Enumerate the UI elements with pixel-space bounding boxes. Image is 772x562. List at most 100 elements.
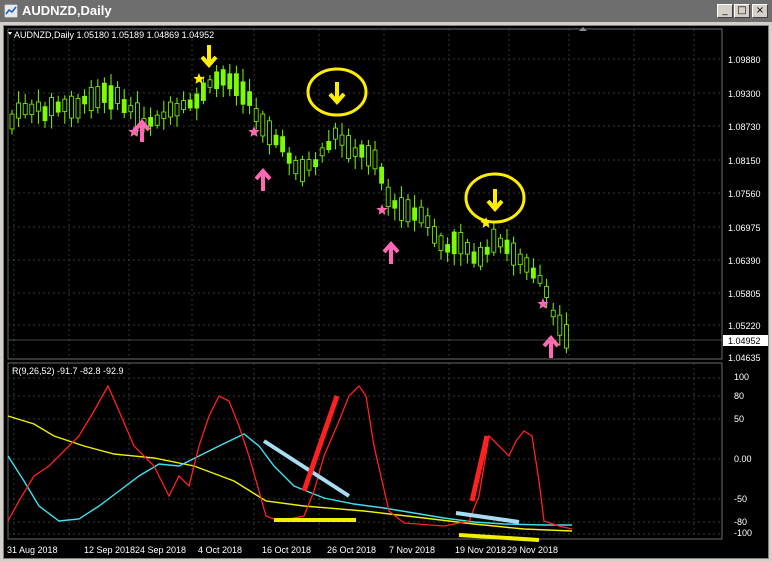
candle-body	[240, 81, 246, 105]
candle-body	[412, 207, 418, 221]
up-arrow-icon	[382, 240, 400, 264]
indicator-level: 80	[734, 391, 744, 401]
candle-body	[227, 73, 233, 90]
candle-body	[128, 105, 134, 113]
date-label: 7 Nov 2018	[389, 545, 435, 555]
candle-body	[517, 253, 523, 266]
candle-body	[537, 274, 543, 284]
candle-body	[121, 99, 127, 113]
candle-body	[550, 309, 556, 318]
price-label: 1.08150	[728, 156, 761, 166]
candle-body	[339, 134, 345, 146]
candle-body	[418, 206, 424, 224]
price-label: 1.06975	[728, 223, 761, 233]
candle-body	[332, 127, 338, 140]
window-title: AUDNZD,Daily	[22, 3, 112, 18]
candle-body	[445, 244, 451, 253]
candle-body	[497, 237, 503, 248]
candle-body	[200, 82, 206, 101]
candle-body	[405, 199, 411, 223]
candle-body	[29, 103, 35, 115]
price-label: 1.06390	[728, 256, 761, 266]
title-bar[interactable]: AUDNZD,Daily _ □ ×	[0, 0, 772, 22]
chart-canvas[interactable]: AUDNZD,Daily 1.05180 1.05189 1.04869 1.0…	[4, 26, 769, 559]
candle-body	[458, 232, 464, 255]
candle-body	[544, 285, 549, 298]
candle-body	[359, 144, 365, 158]
candle-body	[372, 149, 378, 170]
date-label: 24 Sep 2018	[135, 545, 186, 555]
maximize-button[interactable]: □	[734, 4, 750, 18]
price-label: 1.08730	[728, 122, 761, 132]
candle-body	[511, 242, 517, 266]
candle-body	[491, 228, 497, 253]
candle-body	[306, 159, 312, 171]
date-label: 31 Aug 2018	[7, 545, 58, 555]
main-chart-frame	[7, 28, 723, 360]
candle-body	[564, 324, 569, 349]
candle-body	[531, 267, 536, 279]
candle-body	[42, 106, 48, 122]
chart-window[interactable]: AUDNZD,Daily 1.05180 1.05189 1.04869 1.0…	[3, 25, 769, 559]
candle-body	[260, 113, 266, 137]
date-label: 16 Oct 2018	[262, 545, 311, 555]
indicator-axis: 100 80 50 0.00 -50 -80 -100	[734, 372, 752, 538]
candle-body	[319, 147, 325, 157]
candle-body	[352, 147, 358, 157]
indicator-level: 0.00	[734, 454, 752, 464]
candle-body	[187, 99, 193, 109]
candle-body	[273, 134, 279, 146]
close-button[interactable]: ×	[752, 4, 768, 18]
candle-body	[88, 87, 94, 111]
date-label: 29 Nov 2018	[507, 545, 558, 555]
candle-body	[484, 246, 490, 255]
grid	[8, 29, 722, 539]
candle-body	[299, 159, 305, 183]
candle-body	[220, 69, 226, 86]
date-label: 19 Nov 2018	[455, 545, 506, 555]
indicator-level: -50	[734, 494, 747, 504]
price-label: 1.05220	[728, 321, 761, 331]
candle-body	[471, 251, 477, 264]
candle-body	[557, 314, 563, 336]
price-label: 1.07560	[728, 189, 761, 199]
candle-body	[385, 186, 391, 207]
yellow-signal-line	[7, 415, 573, 532]
price-label: 1.09300	[728, 89, 761, 99]
candle-body	[82, 95, 87, 105]
indicator-level: -80	[734, 517, 747, 527]
candle-body	[451, 231, 457, 255]
minimize-icon: _	[722, 5, 728, 16]
down-arrow-icon	[200, 45, 218, 69]
candle-body	[167, 101, 173, 118]
candle-body	[22, 103, 28, 116]
candle-body	[425, 215, 431, 228]
up-arrow-icon	[254, 167, 272, 191]
candle-body	[115, 87, 120, 104]
candle-body	[266, 120, 272, 146]
candle-body	[398, 197, 404, 221]
candle-body	[154, 114, 160, 126]
candle-body	[326, 141, 332, 151]
candle-body	[478, 246, 484, 267]
minimize-button[interactable]: _	[717, 4, 733, 18]
candle-body	[108, 85, 114, 110]
candle-body	[286, 152, 292, 164]
chart-menu-icon[interactable]	[8, 32, 12, 35]
indicator-header: R(9,26,52) -91.7 -82.8 -92.9	[12, 366, 124, 376]
candle-body	[431, 226, 437, 244]
current-price-label: 1.04952	[728, 336, 761, 346]
candle-body	[36, 101, 41, 112]
indicator-level: 100	[734, 372, 749, 382]
candle-body	[69, 95, 74, 119]
candle-body	[16, 102, 22, 119]
close-icon: ×	[755, 5, 765, 16]
candle-body	[280, 136, 286, 153]
main-chart-header: AUDNZD,Daily 1.05180 1.05189 1.04869 1.0…	[14, 30, 214, 40]
date-label: 4 Oct 2018	[198, 545, 242, 555]
date-label: 12 Sep 2018	[84, 545, 135, 555]
candle-body	[214, 71, 220, 90]
maximize-icon: □	[737, 5, 747, 16]
candle-body	[194, 93, 200, 109]
candlesticks	[9, 63, 569, 354]
